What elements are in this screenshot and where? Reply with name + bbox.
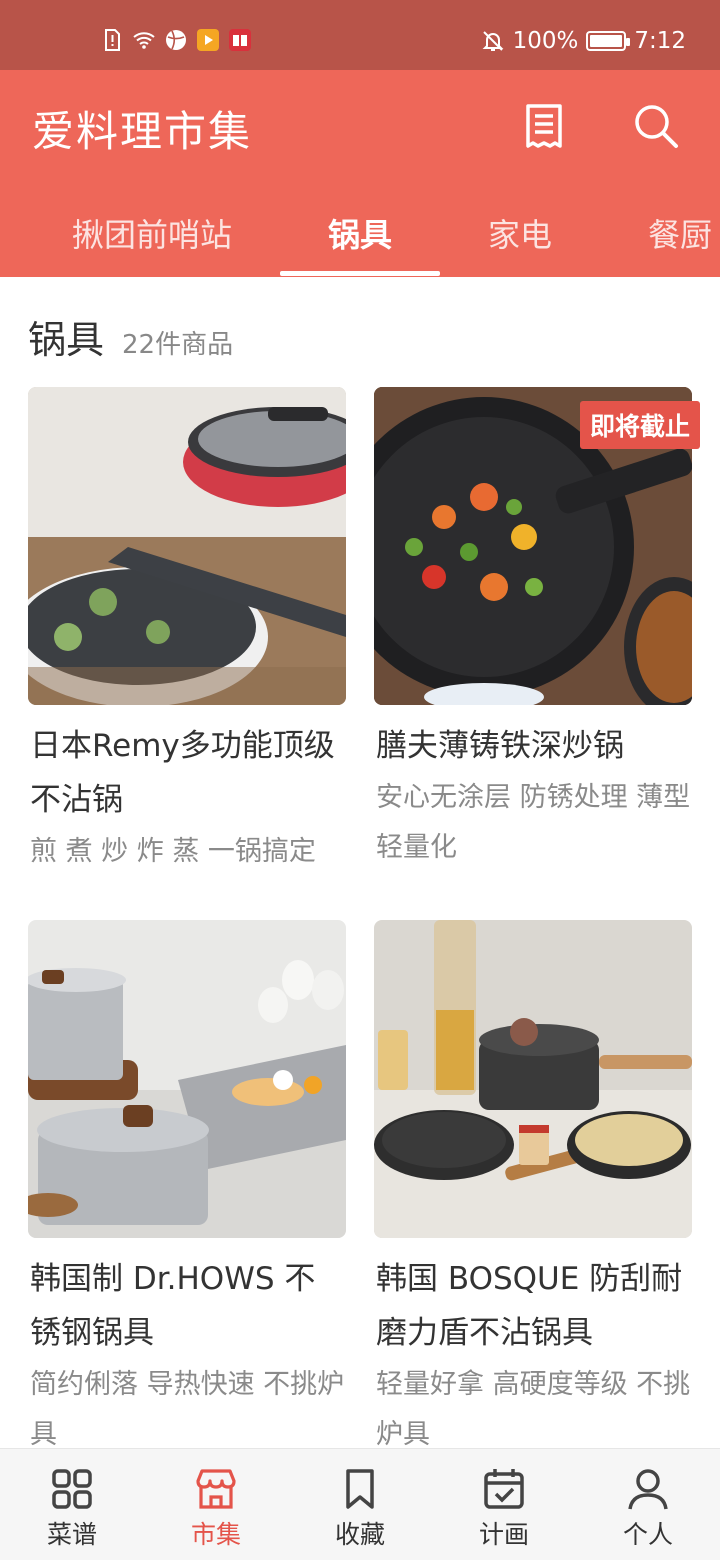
product-subtitle: 煎 煮 炒 炸 蒸 一锅搞定 — [30, 836, 316, 867]
tab-kitchenware[interactable]: 餐厨 — [648, 210, 712, 256]
section-header: 锅具 22件商品 — [28, 309, 233, 364]
product-title: 韩国制 Dr.HOWS 不锈钢锅具 — [30, 1261, 316, 1351]
nav-market[interactable]: 市集 — [144, 1449, 288, 1560]
clock: 7:12 — [634, 28, 686, 54]
product-title: 膳夫薄铸铁深炒锅 — [376, 728, 624, 764]
product-image[interactable]: 即将截止 — [374, 387, 700, 705]
product-card[interactable]: 韩国制 Dr.HOWS 不锈钢锅具 简约俐落 导热快速 不挑炉具 — [28, 920, 346, 1448]
product-subtitle: 安心无涂层 防锈处理 薄型轻量化 — [376, 782, 691, 863]
app-title: 爱料理市集 — [32, 107, 253, 156]
grid-icon — [52, 1469, 92, 1509]
battery-percent: 100% — [512, 28, 579, 54]
product-image[interactable] — [28, 387, 346, 705]
product-card[interactable]: 即将截止 膳夫薄铸铁深炒锅 安心无涂层 防锈处理 薄型轻量化 — [374, 387, 700, 873]
product-card[interactable]: 日本Remy多功能顶级不沾锅 煎 煮 炒 炸 蒸 一锅搞定 — [28, 387, 346, 877]
mute-bell-icon — [482, 31, 503, 51]
receipt-button[interactable] — [520, 102, 568, 150]
book-app-icon — [229, 29, 251, 51]
status-notification-icons — [100, 28, 252, 52]
search-icon — [635, 105, 678, 148]
bottom-navigation: 菜谱 市集 收藏 计画 个人 — [0, 1448, 720, 1560]
sim-alert-icon — [105, 29, 120, 51]
section-title: 锅具 — [28, 318, 105, 362]
status-bar: 100% 7:12 — [0, 0, 720, 70]
nav-plan[interactable]: 计画 — [432, 1449, 576, 1560]
product-image[interactable] — [28, 920, 346, 1238]
tab-group-buy[interactable]: 揪团前哨站 — [72, 210, 232, 256]
nav-label: 菜谱 — [46, 1520, 97, 1549]
search-button[interactable] — [632, 102, 680, 150]
product-subtitle: 简约俐落 导热快速 不挑炉具 — [30, 1369, 345, 1448]
nav-recipes[interactable]: 菜谱 — [0, 1449, 144, 1560]
product-subtitle: 轻量好拿 高硬度等级 不挑炉具 — [376, 1369, 691, 1448]
video-app-icon — [197, 29, 219, 51]
person-icon — [628, 1469, 668, 1510]
tab-cookware[interactable]: 锅具 — [328, 210, 392, 256]
product-card[interactable]: 韩国 BOSQUE 防刮耐磨力盾不沾锅具 轻量好拿 高硬度等级 不挑炉具 — [374, 920, 692, 1448]
calendar-icon — [484, 1469, 524, 1509]
deadline-badge: 即将截止 — [579, 401, 700, 449]
nav-label: 市集 — [190, 1520, 241, 1549]
receipt-icon — [526, 104, 562, 148]
nav-label: 收藏 — [334, 1520, 385, 1549]
nav-profile[interactable]: 个人 — [576, 1449, 720, 1560]
bookmark-icon — [346, 1469, 374, 1509]
battery-icon — [586, 31, 631, 51]
tab-appliances[interactable]: 家电 — [488, 210, 552, 256]
product-image[interactable] — [374, 920, 692, 1238]
section-count: 22件商品 — [122, 330, 234, 360]
nav-label: 计画 — [478, 1520, 529, 1549]
nav-label: 个人 — [622, 1520, 673, 1549]
tab-active-indicator — [280, 271, 440, 276]
product-title: 韩国 BOSQUE 防刮耐磨力盾不沾锅具 — [376, 1261, 683, 1351]
wifi-icon — [133, 32, 155, 49]
store-icon — [196, 1469, 236, 1509]
battery-level — [590, 35, 623, 47]
product-list: 锅具 22件商品 日本Remy多功能顶级不沾锅 煎 煮 炒 炸 蒸 一锅搞定 即… — [0, 277, 720, 1448]
category-tabs: 揪团前哨站 锅具 家电 餐厨 — [0, 200, 720, 277]
status-system: 100% 7:12 — [481, 28, 686, 54]
product-title: 日本Remy多功能顶级不沾锅 — [30, 728, 335, 818]
app-header: 爱料理市集 揪团前哨站 锅具 家电 餐厨 — [0, 70, 720, 277]
nav-favorites[interactable]: 收藏 — [288, 1449, 432, 1560]
ball-icon — [166, 30, 186, 50]
